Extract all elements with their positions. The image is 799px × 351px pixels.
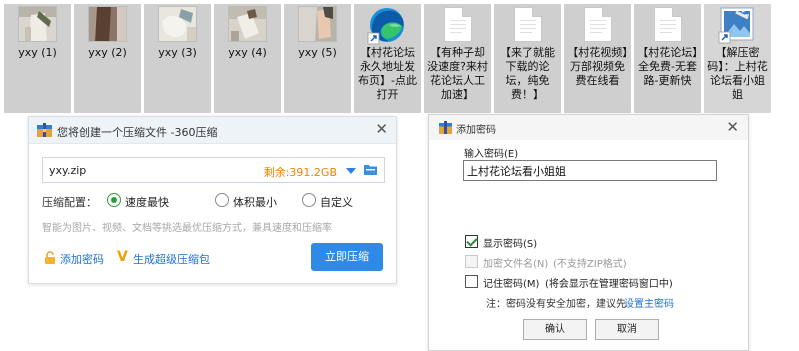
photo-thumbnail bbox=[88, 6, 127, 42]
text-document-icon bbox=[654, 7, 682, 42]
desktop-icon-yxy-3[interactable]: yxy (3) bbox=[144, 4, 211, 113]
radio-fastest[interactable] bbox=[107, 193, 121, 207]
edge-icon bbox=[367, 5, 407, 45]
add-password-link[interactable]: 添加密码 bbox=[60, 251, 104, 267]
remember-password-checkbox[interactable] bbox=[465, 275, 478, 288]
show-password-label[interactable]: 显示密码(S) bbox=[483, 235, 537, 250]
compress-config-row: 压缩配置： 速度最快 体积最小 自定义 bbox=[42, 193, 387, 209]
remember-password-note: (将会显示在管理密码窗口中) bbox=[545, 279, 673, 290]
text-document-icon bbox=[584, 7, 612, 42]
image-viewer-icon bbox=[718, 6, 756, 44]
desktop-icon-label: 【来了就能下载的论坛，纯免费！】 bbox=[500, 46, 555, 101]
password-input[interactable]: 上村花论坛看小姐姐 bbox=[463, 160, 717, 181]
compress-app-icon bbox=[37, 123, 52, 137]
set-master-password-link[interactable]: 设置主密码 bbox=[624, 295, 674, 310]
close-icon[interactable]: ✕ bbox=[726, 119, 739, 135]
text-document-icon bbox=[444, 7, 472, 42]
compress-config-label: 压缩配置： bbox=[42, 196, 97, 209]
radio-label-smallest: 体积最小 bbox=[233, 196, 277, 209]
chevron-down-icon[interactable] bbox=[346, 168, 356, 174]
super-compress-link[interactable]: 生成超级压缩包 bbox=[133, 251, 210, 267]
add-password-title: 添加密码 bbox=[456, 125, 496, 136]
compress-now-button[interactable]: 立即压缩 bbox=[311, 243, 383, 271]
desktop-icon-yxy-2[interactable]: yxy (2) bbox=[74, 4, 141, 113]
free-space-label: 剩余:391.2GB bbox=[263, 166, 337, 179]
lock-icon bbox=[45, 251, 55, 264]
desktop-icon-label: yxy (2) bbox=[88, 46, 127, 59]
compress-window: 您将创建一个压缩文件 -360压缩 ✕ yxy.zip 剩余:391.2GB 压… bbox=[28, 116, 397, 284]
desktop-icon-text-doc-3[interactable]: 【村花视频】万部视频免费在线看 bbox=[564, 4, 631, 113]
archive-file-name[interactable]: yxy.zip bbox=[49, 164, 86, 177]
add-password-dialog: 添加密码 ✕ 输入密码(E) 上村花论坛看小姐姐 显示密码(S) 加密文件名(N… bbox=[428, 114, 749, 351]
radio-smallest[interactable] bbox=[215, 193, 229, 207]
cancel-button[interactable]: 取消 bbox=[595, 319, 659, 340]
photo-thumbnail bbox=[228, 6, 267, 42]
desktop-icon-label: yxy (1) bbox=[18, 46, 57, 59]
radio-custom[interactable] bbox=[302, 193, 316, 207]
compress-app-icon bbox=[439, 121, 452, 134]
desktop-icon-label: yxy (5) bbox=[298, 46, 337, 59]
desktop-icon-label: 【村花论坛永久地址发布页】-点此打开 bbox=[358, 46, 417, 101]
compress-window-title: 您将创建一个压缩文件 -360压缩 bbox=[57, 126, 218, 139]
desktop-icon-yxy-4[interactable]: yxy (4) bbox=[214, 4, 281, 113]
encrypt-filenames-note: (不支持ZIP格式) bbox=[553, 259, 627, 270]
compress-hint: 智能为图片、视频、文档等挑选最优压缩方式，兼具速度和压缩率 bbox=[42, 223, 332, 234]
encrypt-filenames-checkbox[interactable] bbox=[465, 255, 478, 268]
desktop-icon-yxy-1[interactable]: yxy (1) bbox=[4, 4, 71, 113]
password-input-label: 输入密码(E) bbox=[464, 149, 519, 160]
close-icon[interactable]: ✕ bbox=[375, 121, 388, 137]
show-password-checkbox[interactable] bbox=[465, 235, 478, 248]
desktop-icon-label: 【村花视频】万部视频免费在线看 bbox=[567, 46, 628, 87]
text-document-icon bbox=[514, 7, 542, 42]
desktop-icon-image-shortcut[interactable]: 【解压密码】：上村花论坛看小姐姐 bbox=[704, 4, 771, 113]
photo-thumbnail bbox=[298, 6, 337, 42]
desktop-icon-text-doc-1[interactable]: 【有种子却没速度?来村花论坛人工加速】 bbox=[424, 4, 491, 113]
add-password-titlebar[interactable]: 添加密码 ✕ bbox=[429, 115, 748, 140]
desktop-icon-label: yxy (4) bbox=[228, 46, 267, 59]
radio-label-fastest: 速度最快 bbox=[125, 196, 169, 209]
remember-password-label[interactable]: 记住密码(M) bbox=[483, 275, 539, 290]
desktop-icon-text-doc-2[interactable]: 【来了就能下载的论坛，纯免费！】 bbox=[494, 4, 561, 113]
photo-thumbnail bbox=[18, 6, 57, 42]
desktop-icon-label: 【村花论坛】全免费-无套路-更新快 bbox=[637, 46, 698, 87]
encrypt-filenames-label: 加密文件名(N) bbox=[483, 259, 549, 270]
photo-thumbnail bbox=[158, 6, 197, 42]
security-note: 注：密码没有安全加密，建议先 bbox=[486, 299, 626, 310]
desktop-icon-label: 【解压密码】：上村花论坛看小姐姐 bbox=[707, 46, 768, 101]
radio-label-custom: 自定义 bbox=[320, 196, 353, 209]
desktop-icon-edge-shortcut[interactable]: 【村花论坛永久地址发布页】-点此打开 bbox=[354, 4, 421, 113]
desktop-icon-yxy-5[interactable]: yxy (5) bbox=[284, 4, 351, 113]
ok-button[interactable]: 确认 bbox=[523, 319, 587, 340]
desktop-icon-label: yxy (3) bbox=[158, 46, 197, 59]
folder-icon[interactable] bbox=[364, 164, 377, 175]
compress-window-titlebar[interactable]: 您将创建一个压缩文件 -360压缩 ✕ bbox=[29, 117, 396, 144]
archive-path-field[interactable]: yxy.zip 剩余:391.2GB bbox=[42, 157, 385, 183]
desktop-icon-text-doc-4[interactable]: 【村花论坛】全免费-无套路-更新快 bbox=[634, 4, 701, 113]
super-compress-icon: V bbox=[117, 249, 128, 265]
desktop-icon-label: 【有种子却没速度?来村花论坛人工加速】 bbox=[427, 46, 488, 101]
